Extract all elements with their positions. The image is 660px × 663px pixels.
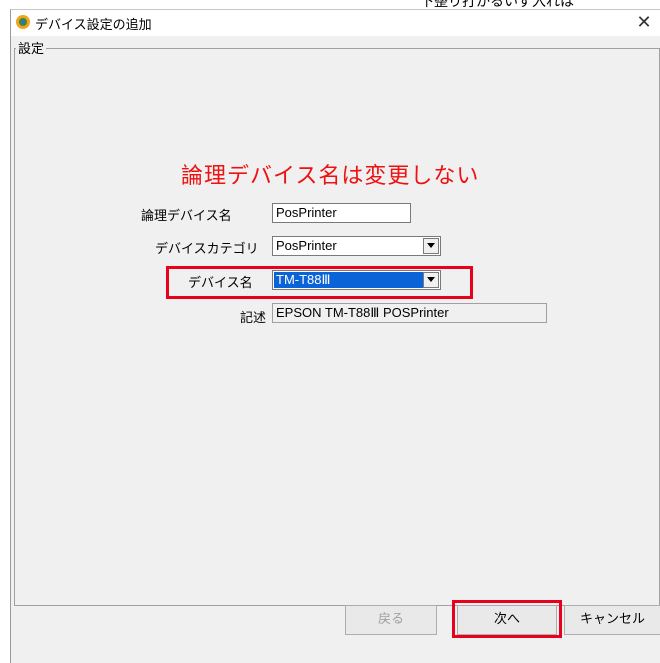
- logical-device-name-label: 論理デバイス名: [141, 209, 232, 224]
- logical-device-name-input[interactable]: PosPrinter: [272, 203, 411, 223]
- device-category-select[interactable]: PosPrinter: [272, 236, 441, 256]
- device-name-dropdown-button[interactable]: [423, 272, 439, 288]
- cancel-button[interactable]: キャンセル: [564, 605, 660, 635]
- back-button[interactable]: 戻る: [345, 605, 437, 635]
- logical-device-name-value: PosPrinter: [276, 205, 337, 220]
- chevron-down-icon: [427, 277, 435, 282]
- dialog-window: デバイス設定の追加 ✕ 設定 論理デバイス名は変更しない 論理デバイス名 Pos…: [10, 9, 660, 663]
- title-bar: デバイス設定の追加 ✕: [11, 10, 660, 36]
- description-value: EPSON TM-T88Ⅲ POSPrinter: [276, 305, 449, 320]
- device-name-value: TM-T88Ⅲ: [274, 272, 426, 288]
- device-category-value: PosPrinter: [276, 238, 337, 253]
- app-icon: [15, 14, 31, 30]
- close-icon: ✕: [636, 12, 652, 33]
- device-category-label: デバイスカテゴリ: [155, 242, 259, 257]
- settings-groupbox: [14, 48, 660, 606]
- device-name-select[interactable]: TM-T88Ⅲ: [272, 270, 441, 290]
- close-button[interactable]: ✕: [627, 10, 660, 36]
- device-category-dropdown-button[interactable]: [423, 238, 439, 254]
- description-label: 記述: [240, 311, 267, 326]
- next-button[interactable]: 次へ: [457, 605, 557, 635]
- description-field: EPSON TM-T88Ⅲ POSPrinter: [272, 303, 547, 323]
- device-name-label: デバイス名: [188, 276, 253, 291]
- heading-notice: 論理デバイス名は変更しない: [181, 164, 480, 189]
- window-title: デバイス設定の追加: [35, 18, 152, 33]
- chevron-down-icon: [427, 243, 435, 248]
- group-label: 設定: [16, 38, 47, 57]
